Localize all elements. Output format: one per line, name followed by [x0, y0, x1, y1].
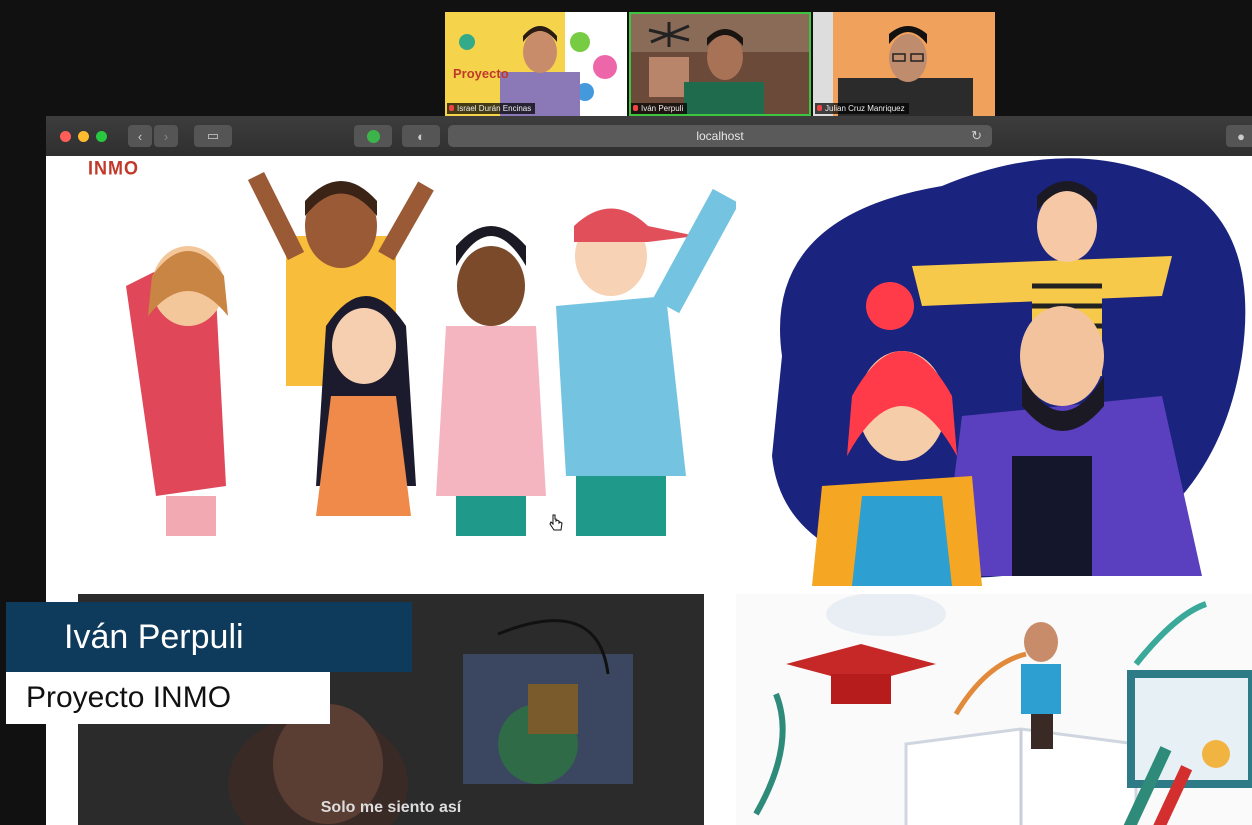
- privacy-button[interactable]: ◐: [402, 125, 440, 147]
- participant-2-video: [629, 12, 811, 116]
- downloads-button[interactable]: ●: [1226, 125, 1252, 147]
- video-caption: Solo me siento así: [320, 799, 462, 816]
- back-button[interactable]: ‹: [128, 125, 152, 147]
- study-illustration-card: [736, 594, 1252, 825]
- participant-1-name: Israel Durán Encinas: [447, 103, 536, 114]
- participant-tile-3[interactable]: Julian Cruz Manriquez: [813, 12, 995, 116]
- mic-muted-icon: [817, 105, 822, 111]
- address-bar[interactable]: localhost ↻: [448, 125, 992, 147]
- lower-third-name: Iván Perpuli: [6, 602, 412, 672]
- extension-button[interactable]: [354, 125, 392, 147]
- participant-tile-1[interactable]: Proyecto Israel Durán Encinas: [445, 12, 627, 116]
- close-window-button[interactable]: [60, 131, 71, 142]
- study-illustration: [736, 594, 1252, 825]
- participant-3-video: [813, 12, 995, 116]
- maximize-window-button[interactable]: [96, 131, 107, 142]
- mic-muted-icon: [633, 105, 638, 111]
- page-content: INMO Solo me siento así: [46, 156, 1252, 825]
- friends-illustration: [126, 171, 736, 536]
- extension-icon: [366, 129, 380, 143]
- lower-third-subtitle: Proyecto INMO: [6, 672, 330, 724]
- participant-tile-2[interactable]: Iván Perpuli: [629, 12, 811, 116]
- family-illustration: [772, 158, 1246, 586]
- participant-3-name: Julian Cruz Manriquez: [815, 103, 909, 114]
- participant-1-video: [445, 12, 627, 116]
- browser-toolbar: ‹ › ▭ ◐ localhost ↻ ●: [46, 116, 1252, 156]
- hand-cursor-icon: [549, 514, 563, 531]
- participant-1-slide-text: Proyecto: [453, 66, 509, 81]
- forward-button[interactable]: ›: [154, 125, 178, 147]
- sidebar-toggle-button[interactable]: ▭: [194, 125, 232, 147]
- reload-icon[interactable]: ↻: [971, 128, 982, 144]
- url-text: localhost: [696, 129, 744, 143]
- minimize-window-button[interactable]: [78, 131, 89, 142]
- participant-2-name: Iván Perpuli: [631, 103, 688, 114]
- mic-muted-icon: [449, 105, 454, 111]
- participant-strip: Proyecto Israel Durán Encinas Iván Perpu…: [445, 12, 995, 116]
